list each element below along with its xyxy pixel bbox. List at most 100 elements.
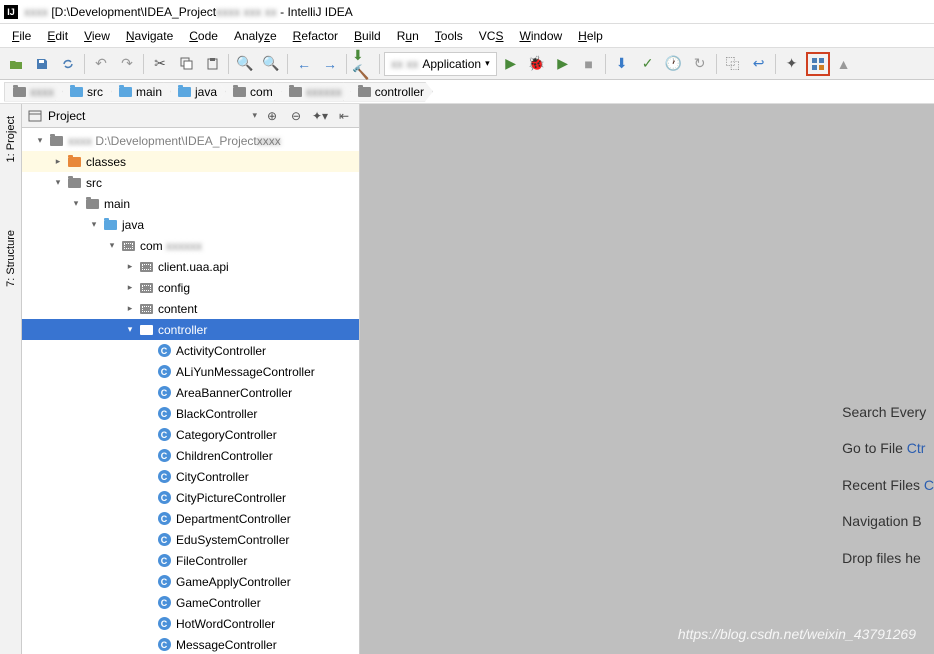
crumb-com[interactable]: com bbox=[218, 82, 282, 102]
crumb-java[interactable]: java bbox=[163, 82, 226, 102]
navigation-breadcrumb: xxxx src main java com xxxxxx controller bbox=[0, 80, 934, 104]
forward-icon[interactable]: → bbox=[318, 52, 342, 76]
back-icon[interactable]: ← bbox=[292, 52, 316, 76]
tree-row[interactable]: ▾ main bbox=[22, 193, 359, 214]
tree-row[interactable]: ▸content bbox=[22, 298, 359, 319]
run-icon[interactable]: ▶ bbox=[499, 52, 523, 76]
run-config-select[interactable]: xx xx Application ▾ bbox=[384, 52, 497, 76]
tree-row[interactable]: CDepartmentController bbox=[22, 508, 359, 529]
crumb-src[interactable]: src bbox=[55, 82, 112, 102]
menu-navigate[interactable]: Navigate bbox=[118, 27, 181, 45]
open-icon[interactable] bbox=[4, 52, 28, 76]
tree-row[interactable]: CEduSystemController bbox=[22, 529, 359, 550]
sync-icon[interactable] bbox=[56, 52, 80, 76]
tree-row[interactable]: CAreaBannerController bbox=[22, 382, 359, 403]
gutter-project[interactable]: 1: Project bbox=[3, 110, 19, 168]
tree-node-icon bbox=[138, 302, 154, 316]
chevron-down-icon[interactable]: ▾ bbox=[252, 110, 257, 121]
tree-row[interactable]: CGameController bbox=[22, 592, 359, 613]
tree-arrow-icon[interactable]: ▸ bbox=[124, 303, 136, 314]
tree-arrow-icon[interactable]: ▾ bbox=[34, 135, 46, 146]
crumb-controller[interactable]: controller bbox=[343, 82, 433, 102]
undo-icon[interactable]: ↶ bbox=[89, 52, 113, 76]
save-icon[interactable] bbox=[30, 52, 54, 76]
title-bar: IJ xxxx [D:\Development\IDEA_Projectxxxx… bbox=[0, 0, 934, 24]
project-tree[interactable]: ▾xxxx D:\Development\IDEA_Projectxxxx▸cl… bbox=[22, 128, 359, 654]
crumb-main[interactable]: main bbox=[104, 82, 171, 102]
gear-icon[interactable]: ✦▾ bbox=[311, 107, 329, 125]
tree-row[interactable]: CActivityController bbox=[22, 340, 359, 361]
menu-help[interactable]: Help bbox=[570, 27, 611, 45]
menu-tools[interactable]: Tools bbox=[427, 27, 471, 45]
tree-arrow-icon[interactable]: ▾ bbox=[124, 324, 136, 335]
tree-row[interactable]: ▾controller bbox=[22, 319, 359, 340]
menu-run[interactable]: Run bbox=[389, 27, 427, 45]
hide-icon[interactable]: ⇤ bbox=[335, 107, 353, 125]
tree-row[interactable]: CFileController bbox=[22, 550, 359, 571]
target-icon[interactable]: ⊖ bbox=[287, 107, 305, 125]
tree-row[interactable]: ▸config bbox=[22, 277, 359, 298]
tree-arrow-icon[interactable]: ▸ bbox=[124, 282, 136, 293]
menu-file[interactable]: File bbox=[4, 27, 39, 45]
separator bbox=[143, 54, 144, 74]
window-title: xxxx [D:\Development\IDEA_Projectxxxx xx… bbox=[24, 5, 353, 19]
tree-row[interactable]: ▾xxxx D:\Development\IDEA_Projectxxxx bbox=[22, 130, 359, 151]
cut-icon[interactable]: ✂ bbox=[148, 52, 172, 76]
menu-build[interactable]: Build bbox=[346, 27, 389, 45]
tree-row[interactable]: ▾com xxxxxx bbox=[22, 235, 359, 256]
vcs-commit-icon[interactable]: ✓ bbox=[636, 52, 660, 76]
tree-row[interactable]: ▸classes bbox=[22, 151, 359, 172]
tree-arrow-icon[interactable]: ▾ bbox=[88, 219, 100, 230]
tree-row[interactable]: CChildrenController bbox=[22, 445, 359, 466]
profiler-icon[interactable]: ▲ bbox=[832, 52, 856, 76]
tree-node-icon: C bbox=[156, 491, 172, 505]
tree-row[interactable]: CCityController bbox=[22, 466, 359, 487]
menu-view[interactable]: View bbox=[76, 27, 118, 45]
menu-code[interactable]: Code bbox=[181, 27, 226, 45]
crumb-pkg[interactable]: xxxxxx bbox=[274, 82, 351, 102]
find-icon[interactable]: 🔍 bbox=[233, 52, 257, 76]
menu-edit[interactable]: Edit bbox=[39, 27, 76, 45]
collapse-icon[interactable]: ⊕ bbox=[263, 107, 281, 125]
tree-row[interactable]: ▾java bbox=[22, 214, 359, 235]
tree-node-icon bbox=[66, 155, 82, 169]
gutter-structure[interactable]: 7: Structure bbox=[3, 224, 19, 293]
panel-title: Project bbox=[48, 109, 246, 123]
tree-arrow-icon[interactable]: ▾ bbox=[106, 240, 118, 251]
replace-icon[interactable]: 🔍 bbox=[259, 52, 283, 76]
copy-icon[interactable] bbox=[174, 52, 198, 76]
project-structure-icon[interactable]: ⿻ bbox=[721, 52, 745, 76]
paste-icon[interactable] bbox=[200, 52, 224, 76]
vcs-revert-icon[interactable]: ↻ bbox=[688, 52, 712, 76]
stop-icon[interactable]: ■ bbox=[577, 52, 601, 76]
menu-analyze[interactable]: Analyze bbox=[226, 27, 285, 45]
tree-row[interactable]: CALiYunMessageController bbox=[22, 361, 359, 382]
tree-row[interactable]: CBlackController bbox=[22, 403, 359, 424]
tree-arrow-icon[interactable]: ▸ bbox=[52, 156, 64, 167]
tree-row[interactable]: ▾src bbox=[22, 172, 359, 193]
redo-icon[interactable]: ↩ bbox=[747, 52, 771, 76]
idea-icon[interactable]: ✦ bbox=[780, 52, 804, 76]
tree-node-label: CategoryController bbox=[176, 428, 277, 442]
tree-arrow-icon[interactable]: ▸ bbox=[124, 261, 136, 272]
database-tool-icon[interactable] bbox=[806, 52, 830, 76]
build-icon[interactable]: ⬇🔨 bbox=[351, 52, 375, 76]
tree-arrow-icon[interactable]: ▾ bbox=[52, 177, 64, 188]
menu-refactor[interactable]: Refactor bbox=[285, 27, 346, 45]
tree-row[interactable]: CGameApplyController bbox=[22, 571, 359, 592]
menu-vcs[interactable]: VCS bbox=[471, 27, 512, 45]
tree-row[interactable]: CCategoryController bbox=[22, 424, 359, 445]
crumb-root[interactable]: xxxx bbox=[4, 82, 63, 102]
tree-arrow-icon[interactable]: ▾ bbox=[70, 198, 82, 209]
vcs-history-icon[interactable]: 🕐 bbox=[662, 52, 686, 76]
coverage-icon[interactable]: ▶ bbox=[551, 52, 575, 76]
menu-window[interactable]: Window bbox=[511, 27, 570, 45]
tree-row[interactable]: CHotWordController bbox=[22, 613, 359, 634]
tree-row[interactable]: CMessageController bbox=[22, 634, 359, 654]
debug-icon[interactable]: 🐞 bbox=[525, 52, 549, 76]
tree-row[interactable]: CCityPictureController bbox=[22, 487, 359, 508]
redo-icon[interactable]: ↷ bbox=[115, 52, 139, 76]
tree-row[interactable]: ▸client.uaa.api bbox=[22, 256, 359, 277]
tree-node-label: main bbox=[104, 197, 130, 211]
vcs-update-icon[interactable]: ⬇ bbox=[610, 52, 634, 76]
